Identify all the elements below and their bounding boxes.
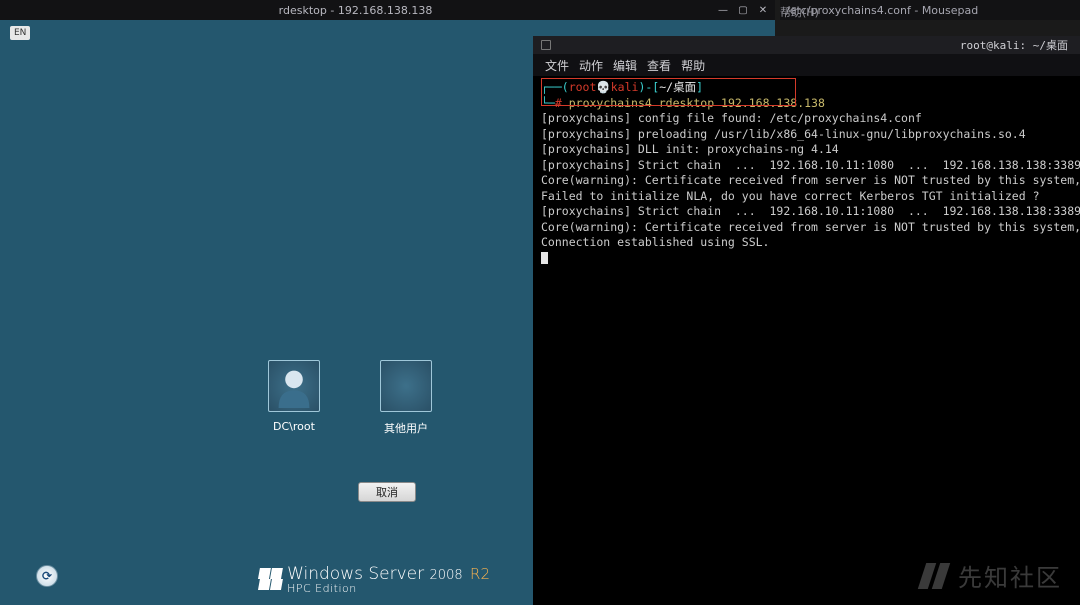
watermark: 先知社区 — [922, 558, 1062, 593]
menu-edit[interactable]: 编辑 — [613, 57, 637, 74]
cursor-icon — [541, 252, 548, 264]
watermark-logo-icon — [922, 563, 948, 589]
cancel-button[interactable]: 取消 — [358, 482, 416, 502]
ease-of-access-button[interactable]: ⟳ — [36, 565, 58, 587]
rdesktop-titlebar[interactable]: rdesktop - 192.168.138.138 — ▢ ✕ — [0, 0, 775, 20]
minimize-icon[interactable]: — — [717, 4, 729, 16]
rdesktop-title-text: rdesktop - 192.168.138.138 — [0, 4, 711, 17]
terminal-window: root@kali: ~/桌面 文件 动作 编辑 查看 帮助 ┌──(root💀… — [533, 36, 1080, 605]
login-tiles: DC\root 其他用户 — [268, 360, 432, 436]
user-tile-label: 其他用户 — [384, 420, 428, 436]
user-icon — [272, 364, 316, 408]
user-tile-other[interactable]: 其他用户 — [380, 360, 432, 436]
close-icon[interactable]: ✕ — [757, 4, 769, 16]
language-indicator[interactable]: EN — [10, 26, 30, 40]
mousepad-titlebar: /etc/proxychains4.conf - Mousepad — [780, 0, 1080, 20]
terminal-titlebar[interactable]: root@kali: ~/桌面 — [533, 36, 1080, 54]
terminal-output[interactable]: ┌──(root💀kali)-[~/桌面] └─# proxychains4 r… — [533, 76, 1080, 270]
terminal-title-text: root@kali: ~/桌面 — [551, 37, 1080, 53]
windows-brand: Windows Server 2008 R2 HPC Edition — [259, 566, 490, 595]
avatar-box — [268, 360, 320, 412]
terminal-menubar: 文件 动作 编辑 查看 帮助 — [533, 54, 1080, 76]
mousepad-help-menu[interactable]: 帮助(H) — [780, 4, 819, 20]
menu-action[interactable]: 动作 — [579, 57, 603, 74]
empty-avatar-box — [380, 360, 432, 412]
maximize-icon[interactable]: ▢ — [737, 4, 749, 16]
menu-view[interactable]: 查看 — [647, 57, 671, 74]
menu-help[interactable]: 帮助 — [681, 57, 705, 74]
user-tile-label: DC\root — [273, 420, 315, 433]
ease-icon: ⟳ — [42, 569, 52, 583]
user-tile-root[interactable]: DC\root — [268, 360, 320, 436]
menu-file[interactable]: 文件 — [545, 57, 569, 74]
windows-logo-icon — [259, 568, 281, 590]
terminal-tab-icon — [541, 40, 551, 50]
